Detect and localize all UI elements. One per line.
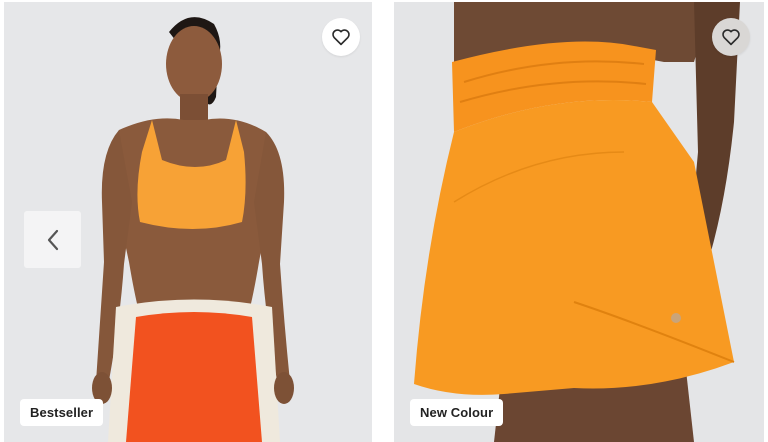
product-photo[interactable]: [394, 2, 764, 442]
badge-bestseller: Bestseller: [20, 399, 104, 426]
heart-outline-icon: [722, 29, 740, 46]
favorite-button[interactable]: [322, 18, 360, 56]
heart-outline-icon: [332, 29, 350, 46]
chevron-left-icon: [47, 229, 58, 250]
product-card-bestseller[interactable]: Bestseller: [4, 2, 372, 442]
badge-new-colour: New Colour: [410, 399, 504, 426]
previous-image-button[interactable]: [24, 211, 81, 268]
product-card-new-colour[interactable]: New Colour: [394, 2, 764, 442]
favorite-button[interactable]: [712, 18, 750, 56]
